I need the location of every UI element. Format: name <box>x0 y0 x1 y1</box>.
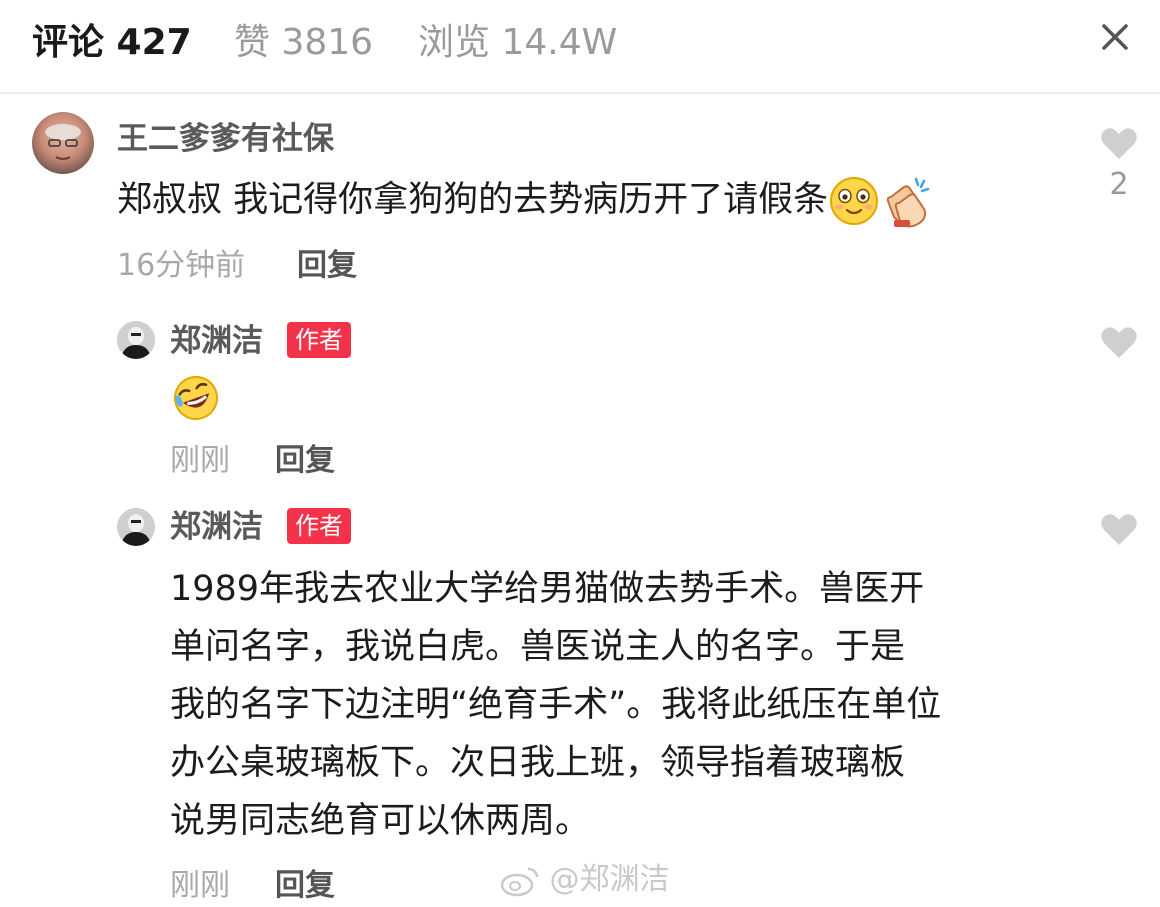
avatar[interactable] <box>117 321 155 359</box>
comment-text: 郑叔叔 我记得你拿狗狗的去势病历开了请假条 <box>117 180 829 220</box>
reply-text-line: 我的名字下边注明“绝育手术”。我将此纸压在单位 <box>170 685 942 725</box>
comment-username[interactable]: 王二爹爹有社保 <box>117 119 334 159</box>
weibo-logo-icon <box>500 867 539 896</box>
clapping-hands-emoji <box>886 177 930 228</box>
avatar-face <box>117 321 155 359</box>
reply-username[interactable]: 郑渊洁 <box>170 321 263 361</box>
reply-body: 1989年我去农业大学给男猫做去势手术。兽医开 单问名字，我说白虎。兽医说主人的… <box>170 560 941 850</box>
rolling-on-floor-laughing-emoji <box>174 376 218 420</box>
avatar-face <box>45 124 81 160</box>
like-count: 2 <box>1109 167 1129 202</box>
heart-icon[interactable] <box>1100 325 1138 359</box>
comment-body: 郑叔叔 我记得你拿狗狗的去势病历开了请假条 <box>117 171 936 229</box>
heart-icon[interactable] <box>1100 126 1138 160</box>
reply-time: 刚刚 <box>170 868 230 903</box>
reply-button[interactable]: 回复 <box>275 441 335 481</box>
tab-views[interactable]: 浏览 14.4W <box>418 20 617 66</box>
avatar-face <box>117 508 155 546</box>
reply-username[interactable]: 郑渊洁 <box>170 507 263 547</box>
weibo-watermark: @郑渊洁 <box>500 860 670 900</box>
reply-text-line: 1989年我去农业大学给男猫做去势手术。兽医开 <box>170 569 925 609</box>
reply-text-line: 说男同志绝育可以休两周。 <box>170 801 591 841</box>
author-badge: 作者 <box>287 508 351 544</box>
reply-text-line: 单问名字，我说白虎。兽医说主人的名字。于是 <box>170 627 906 667</box>
reply-button[interactable]: 回复 <box>297 246 357 286</box>
avatar[interactable] <box>117 508 155 546</box>
close-icon[interactable] <box>1098 20 1132 54</box>
avatar[interactable] <box>32 112 94 174</box>
tab-bar: 评论 427 赞 3816 浏览 14.4W <box>0 0 1160 94</box>
reply-button[interactable]: 回复 <box>275 866 335 906</box>
author-badge: 作者 <box>287 322 351 358</box>
heart-icon[interactable] <box>1100 512 1138 546</box>
reply-text-line: 办公桌玻璃板下。次日我上班，领导指着玻璃板 <box>170 743 906 783</box>
tab-likes[interactable]: 赞 3816 <box>234 20 373 66</box>
smiling-face-emoji <box>830 177 879 225</box>
tab-comments[interactable]: 评论 427 <box>32 20 192 66</box>
reply-time: 刚刚 <box>170 443 230 478</box>
watermark-text: @郑渊洁 <box>549 862 670 897</box>
comment-time: 16分钟前 <box>117 248 246 283</box>
